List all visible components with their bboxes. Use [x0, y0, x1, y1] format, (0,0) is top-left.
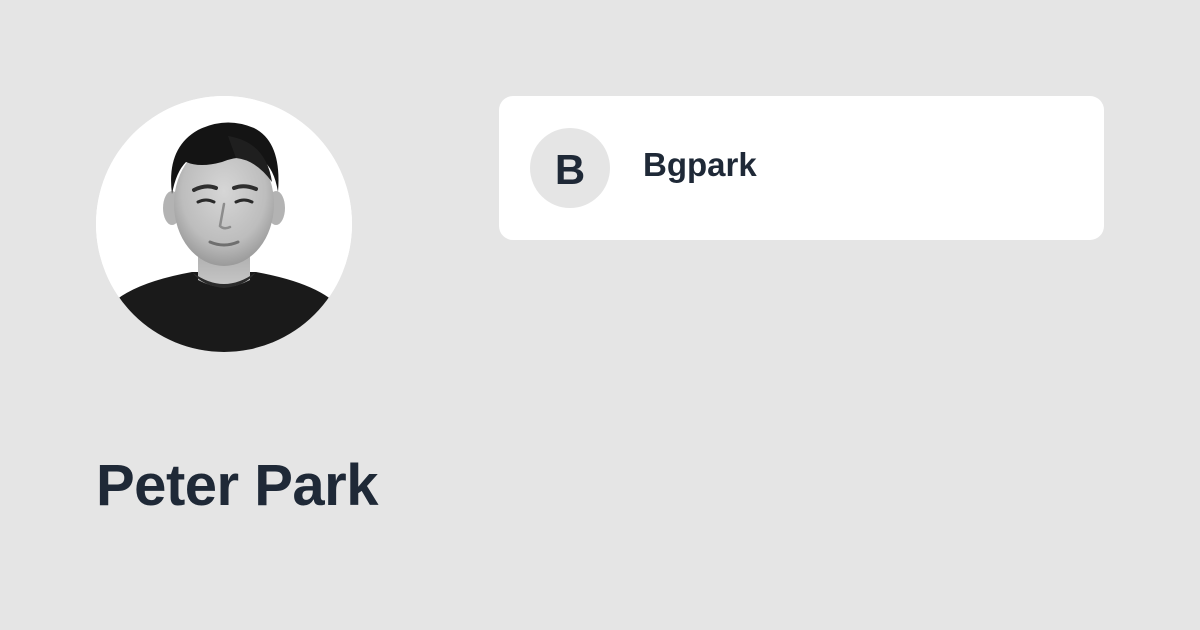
account-initial: B — [554, 146, 586, 193]
portrait-photo — [96, 96, 352, 352]
profile-share-card: { "profile": { "name": "Peter Park", "av… — [0, 0, 1200, 630]
account-initial-badge: B — [530, 128, 610, 208]
profile-name: Peter Park — [96, 453, 378, 518]
profile-avatar — [96, 96, 352, 352]
account-card[interactable]: B Bgpark — [499, 96, 1104, 240]
account-username: Bgpark — [643, 146, 757, 183]
